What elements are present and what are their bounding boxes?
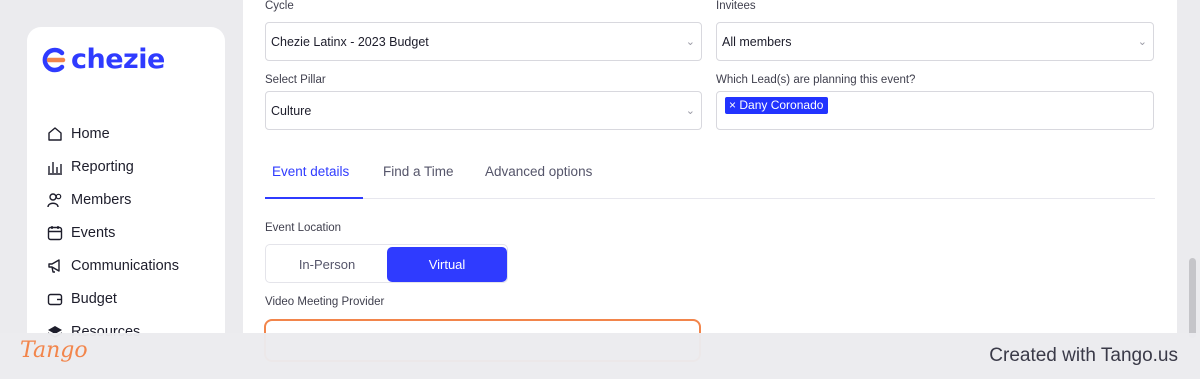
invitees-value: All members <box>722 34 792 49</box>
sidebar-nav: Home Reporting Members Events Communicat… <box>46 117 179 348</box>
chevron-down-icon: ⌄ <box>685 36 695 48</box>
sidebar-item-label: Communications <box>71 257 179 274</box>
sidebar: chezie Home Reporting Members Events Com… <box>27 27 225 347</box>
remove-tag-icon[interactable]: × <box>729 98 736 112</box>
users-icon <box>46 191 64 209</box>
invitees-label: Invitees <box>716 0 756 12</box>
in-person-button[interactable]: In-Person <box>268 247 386 282</box>
calendar-icon <box>46 224 64 242</box>
created-with-text: Created with Tango.us <box>989 345 1178 366</box>
cycle-select[interactable]: Chezie Latinx - 2023 Budget ⌄ <box>265 22 702 61</box>
tab-advanced-options[interactable]: Advanced options <box>485 164 592 179</box>
leads-multiselect[interactable]: × Dany Coronado <box>716 91 1154 130</box>
chevron-down-icon: ⌄ <box>685 105 695 117</box>
sidebar-item-reporting[interactable]: Reporting <box>46 150 179 183</box>
home-icon <box>46 125 64 143</box>
tango-logo: Tango <box>20 338 88 363</box>
tab-find-a-time[interactable]: Find a Time <box>383 164 454 179</box>
tab-event-details[interactable]: Event details <box>272 164 349 179</box>
virtual-button[interactable]: Virtual <box>387 247 507 282</box>
pillar-label: Select Pillar <box>265 74 326 86</box>
sidebar-item-label: Events <box>71 224 116 241</box>
tango-footer: Tango Created with Tango.us <box>0 333 1200 379</box>
form-tabs: Event details Find a Time Advanced optio… <box>265 158 1155 199</box>
chevron-down-icon: ⌄ <box>1137 36 1147 48</box>
leads-label: Which Lead(s) are planning this event? <box>716 74 916 86</box>
sidebar-item-label: Budget <box>71 290 117 307</box>
chezie-logo-icon <box>42 47 66 72</box>
pillar-select[interactable]: Culture ⌄ <box>265 91 702 130</box>
sidebar-item-label: Reporting <box>71 158 134 175</box>
video-provider-label: Video Meeting Provider <box>265 296 385 308</box>
active-tab-indicator <box>265 197 363 199</box>
location-toggle: In-Person Virtual <box>265 244 508 283</box>
invitees-select[interactable]: All members ⌄ <box>716 22 1154 61</box>
cycle-label: Cycle <box>265 0 294 12</box>
wallet-icon <box>46 290 64 308</box>
sidebar-item-label: Members <box>71 191 132 208</box>
scrollbar[interactable] <box>1189 258 1196 338</box>
lead-tag[interactable]: × Dany Coronado <box>725 97 829 114</box>
sidebar-item-communications[interactable]: Communications <box>46 249 179 282</box>
sidebar-item-home[interactable]: Home <box>46 117 179 150</box>
megaphone-icon <box>46 257 64 275</box>
lead-tag-label: Dany Coronado <box>739 98 824 112</box>
event-location-label: Event Location <box>265 222 342 234</box>
event-form: Cycle Chezie Latinx - 2023 Budget ⌄ Invi… <box>243 0 1177 379</box>
sidebar-item-events[interactable]: Events <box>46 216 179 249</box>
chezie-logo[interactable]: chezie <box>41 44 165 75</box>
sidebar-item-budget[interactable]: Budget <box>46 282 179 315</box>
logo-text: chezie <box>71 44 165 75</box>
pillar-value: Culture <box>271 103 312 118</box>
cycle-value: Chezie Latinx - 2023 Budget <box>271 34 429 49</box>
bar-chart-icon <box>46 158 64 176</box>
sidebar-item-label: Home <box>71 125 110 142</box>
sidebar-item-members[interactable]: Members <box>46 183 179 216</box>
